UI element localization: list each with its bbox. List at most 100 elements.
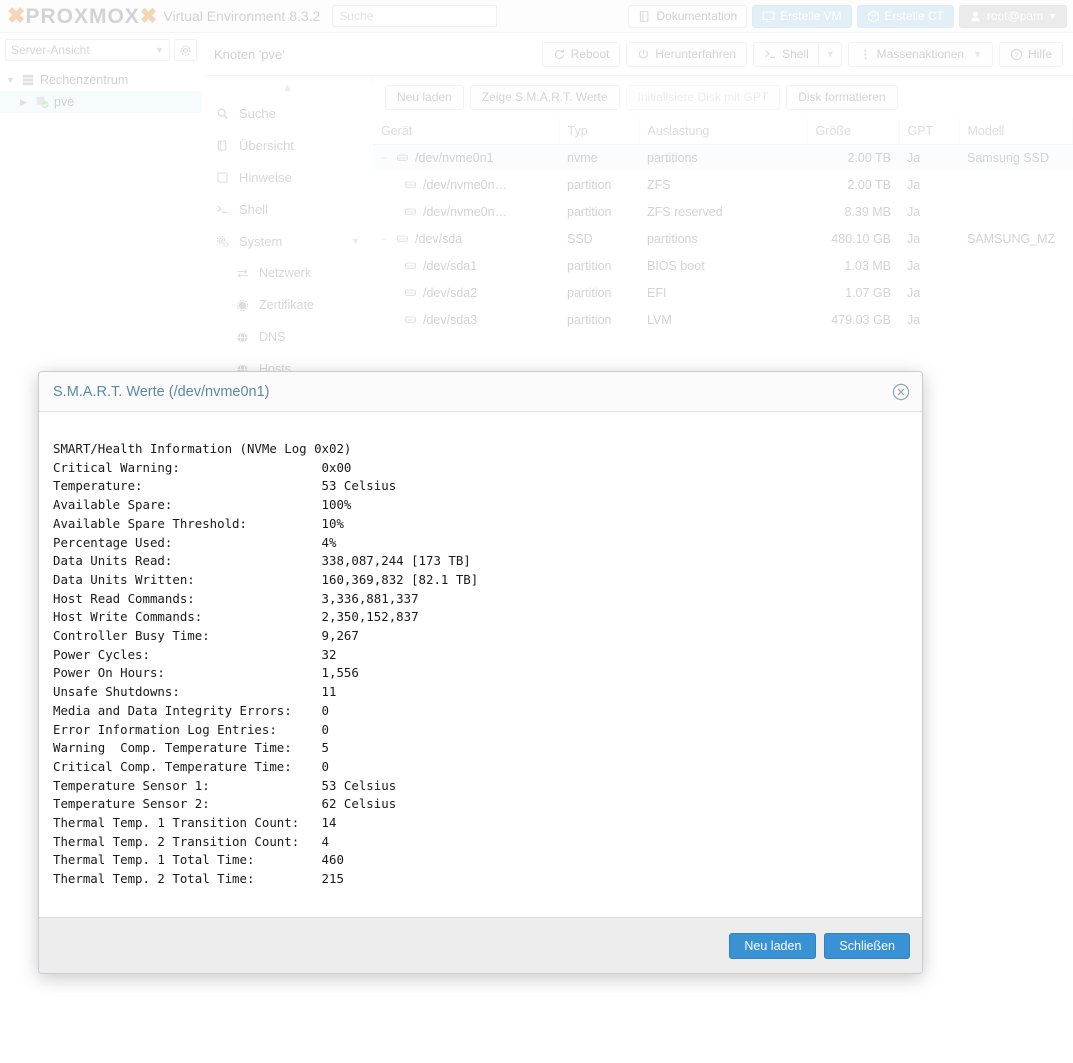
init-disk-gpt-button: Initialisiere Disk mit GPT [625, 84, 781, 110]
help-icon: ? [1010, 48, 1023, 60]
tree-item-pve[interactable]: ▶ pve [0, 91, 202, 113]
table-row[interactable]: /dev/sda3 partition LVM 479.03 GB Ja [373, 306, 1073, 333]
search-icon [217, 108, 228, 119]
disk-icon [405, 262, 416, 269]
column-header-device[interactable]: Gerät [373, 118, 560, 145]
product-name: Virtual Environment 8.3.2 [163, 8, 321, 24]
dialog-footer: Neu laden Schließen [39, 917, 922, 973]
dialog-close-button[interactable]: Schließen [824, 932, 910, 959]
device-name: /dev/sda2 [423, 285, 478, 300]
device-name: /dev/sda [415, 231, 463, 246]
gpt-cell: Ja [907, 204, 921, 219]
model-cell [959, 252, 1073, 279]
usage-cell: ZFS reserved [647, 204, 723, 219]
usage-cell: BIOS boot [647, 258, 705, 273]
reboot-icon [554, 48, 564, 59]
device-cell: /dev/nvme0n… [381, 205, 551, 219]
menu-item-zertifikate[interactable]: Zertifikate [203, 289, 372, 321]
datacenter-icon [22, 74, 34, 86]
type-cell: partition [567, 258, 612, 273]
reboot-button[interactable]: Reboot [541, 41, 621, 67]
dialog-title: S.M.A.R.T. Werte (/dev/nvme0n1) [53, 383, 270, 400]
chevron-down-icon: ▼ [973, 49, 982, 59]
container-icon [867, 10, 879, 22]
power-icon [639, 48, 649, 59]
tree-item-datacenter[interactable]: ▼ Rechenzentrum [0, 69, 202, 91]
device-name: /dev/sda1 [423, 258, 478, 273]
book-icon [640, 10, 649, 22]
resource-tree: ▼ Rechenzentrum ▶ pve [0, 69, 202, 113]
menu-item-netzwerk[interactable]: Netzwerk [203, 257, 372, 289]
model-cell: Samsung SSD [967, 150, 1049, 165]
shell-button[interactable]: Shell ▼ [753, 41, 842, 67]
note-icon [217, 172, 228, 182]
menu-item-dns[interactable]: DNS [203, 321, 372, 353]
menu-item-system-label: System [239, 233, 283, 249]
node-action-buttons: Reboot Herunterfahren Shell ▼ Massenakti… [541, 41, 1063, 67]
size-cell: 2.00 TB [847, 150, 891, 165]
documentation-button[interactable]: Dokumentation [628, 4, 748, 28]
column-header-usage[interactable]: Auslastung [639, 118, 808, 145]
create-vm-button[interactable]: Erstelle VM [752, 4, 852, 28]
disk-table: Gerät Typ Auslastung Größe GPT Modell – /… [373, 118, 1073, 333]
menu-item-uebersicht[interactable]: Übersicht [203, 129, 372, 161]
menu-item-shell[interactable]: Shell [203, 193, 372, 225]
certificate-icon [236, 299, 249, 311]
device-cell: – /dev/sda [381, 232, 551, 246]
disk-icon [405, 289, 416, 296]
chevron-down-icon[interactable]: ▼ [817, 42, 835, 66]
view-mode-select[interactable]: Server-Ansicht ▼ [5, 39, 170, 61]
node-header: Knoten 'pve' Reboot Herunterfahren Shell… [203, 33, 1073, 76]
book-icon [217, 140, 227, 150]
table-row[interactable]: – /dev/nvme0n1 nvme partitions 2.00 TB Ja… [373, 144, 1073, 171]
usage-cell: ZFS [647, 177, 671, 192]
menu-item-shell-label: Shell [239, 201, 268, 217]
menu-item-zertifikate-label: Zertifikate [259, 298, 314, 312]
shutdown-button[interactable]: Herunterfahren [626, 41, 748, 67]
global-search-input[interactable]: Suche [332, 5, 498, 27]
help-button[interactable]: ? Hilfe [998, 41, 1063, 67]
device-cell: /dev/nvme0n… [381, 178, 551, 192]
reload-disks-button[interactable]: Neu laden [385, 84, 464, 110]
svg-text:?: ? [1014, 50, 1018, 59]
create-ct-button[interactable]: Erstelle CT [856, 4, 954, 28]
column-header-gpt[interactable]: GPT [899, 118, 960, 145]
menu-collapse-handle[interactable]: ▲ [203, 82, 372, 97]
column-header-type[interactable]: Typ [559, 118, 640, 145]
tree-settings-button[interactable] [174, 39, 197, 61]
menu-item-hinweise[interactable]: Hinweise [203, 161, 372, 193]
table-row[interactable]: /dev/sda1 partition BIOS boot 1.03 MB Ja [373, 252, 1073, 279]
chevron-down-icon: ▼ [155, 45, 164, 55]
table-row[interactable]: – /dev/sda SSD partitions 480.10 GB Ja SA… [373, 225, 1073, 252]
table-row[interactable]: /dev/nvme0n… partition ZFS 2.00 TB Ja [373, 171, 1073, 198]
column-header-model[interactable]: Modell [959, 118, 1073, 145]
chevron-right-icon: ▶ [20, 96, 27, 107]
model-cell [959, 171, 1073, 198]
tree-minus-icon[interactable]: – [381, 233, 390, 245]
close-circle-icon[interactable] [892, 383, 910, 401]
disk-icon [405, 316, 416, 323]
format-disk-button[interactable]: Disk formatieren [786, 84, 898, 110]
device-cell: /dev/sda2 [381, 286, 551, 300]
type-cell: partition [567, 285, 612, 300]
column-header-size[interactable]: Größe [807, 118, 900, 145]
gpt-cell: Ja [907, 150, 921, 165]
menu-item-system[interactable]: System ▼ [203, 225, 372, 257]
menu-item-suche[interactable]: Suche [203, 97, 372, 129]
table-row[interactable]: /dev/nvme0n… partition ZFS reserved 8.39… [373, 198, 1073, 225]
show-smart-values-button[interactable]: Zeige S.M.A.R.T. Werte [469, 84, 620, 110]
bulk-actions-button[interactable]: Massenaktionen ▼ [847, 41, 993, 67]
tree-minus-icon[interactable]: – [381, 152, 390, 164]
gpt-cell: Ja [907, 231, 921, 246]
table-row[interactable]: /dev/sda2 partition EFI 1.07 GB Ja [373, 279, 1073, 306]
monitor-icon [762, 11, 775, 22]
type-cell: partition [567, 312, 612, 327]
chevron-down-icon: ▼ [6, 75, 15, 85]
view-mode-label: Server-Ansicht [11, 43, 90, 57]
size-cell: 8.39 MB [844, 204, 891, 219]
create-vm-label: Erstelle VM [780, 9, 842, 23]
tree-item-pve-label: pve [54, 95, 75, 109]
user-menu-button[interactable]: root@pam ▼ [958, 4, 1067, 28]
kebab-icon [864, 48, 867, 60]
dialog-reload-button[interactable]: Neu laden [729, 932, 817, 959]
